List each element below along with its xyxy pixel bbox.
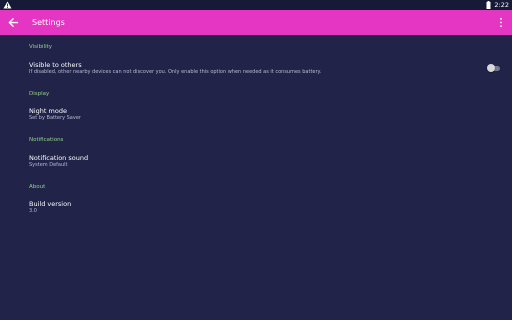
setting-build-version[interactable]: Build version 3.0 [0,197,512,219]
setting-notification-sound[interactable]: Notification sound System Default [0,151,512,173]
setting-night-mode[interactable]: Night mode Set by Battery Saver [0,104,512,126]
setting-visible-to-others[interactable]: Visible to others If disabled, other nea… [0,58,512,80]
setting-title: Visible to others [29,61,82,69]
section-header-visibility: Visibility [29,44,53,50]
more-vertical-icon[interactable] [498,17,504,28]
battery-icon [486,1,491,9]
toggle-thumb [487,64,495,72]
setting-summary: Set by Battery Saver [29,115,81,121]
page-title: Settings [32,18,65,27]
arrow-left-icon[interactable] [8,17,19,28]
status-time: 2:22 [494,1,509,9]
setting-title: Notification sound [29,154,89,162]
setting-title: Night mode [29,107,67,115]
setting-title: Build version [29,200,72,208]
visible-to-others-toggle[interactable] [487,64,500,73]
section-header-notifications: Notifications [29,137,64,143]
app-bar: Settings [0,10,512,35]
setting-summary: If disabled, other nearby devices can no… [29,69,322,75]
setting-summary: 3.0 [29,208,37,214]
section-header-display: Display [29,91,50,97]
warning-icon [3,1,12,9]
section-header-about: About [29,184,46,190]
setting-summary: System Default [29,162,68,168]
status-bar: 2:22 [0,0,512,10]
